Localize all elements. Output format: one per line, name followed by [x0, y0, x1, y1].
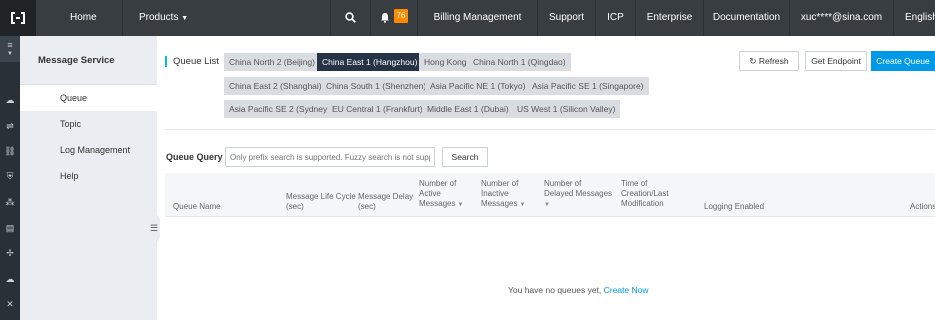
column-inactive-line3: Messages: [481, 199, 518, 208]
column-logging-enabled: Logging Enabled: [704, 202, 765, 211]
rail-transfer-icon[interactable]: ⇌: [0, 116, 20, 136]
queue-query-input[interactable]: [225, 147, 435, 167]
empty-state-message: You have no queues yet, Create Now: [508, 285, 649, 295]
search-icon: [345, 12, 356, 23]
column-active-messages[interactable]: Number of Active Messages ▼: [419, 179, 463, 210]
products-menu[interactable]: Products ▼: [122, 0, 282, 36]
region-tab-dubai[interactable]: Middle East 1 (Dubai): [422, 100, 514, 118]
rail-cloud-icon[interactable]: ☁: [0, 90, 20, 110]
column-delayed-line1: Number of: [544, 179, 582, 188]
column-delay-line1: Message Delay: [358, 192, 414, 201]
column-inactive-line2: Inactive: [481, 189, 509, 198]
column-delay-line2: (sec): [358, 202, 376, 211]
bell-icon: [380, 12, 389, 23]
region-tab-china-north-2[interactable]: China North 2 (Beijing): [224, 53, 320, 71]
region-tab-china-east-1[interactable]: China East 1 (Hangzhou): [317, 53, 423, 71]
column-actions: Actions: [910, 202, 935, 211]
divider: [165, 129, 935, 130]
sidebar-item-queue[interactable]: Queue: [20, 85, 157, 111]
caret-down-icon: ▼: [7, 50, 13, 57]
language-switcher[interactable]: English: [893, 0, 935, 36]
column-queue-name: Queue Name: [173, 202, 221, 211]
column-inactive-line1: Number of: [481, 179, 519, 188]
refresh-icon: ↻: [749, 56, 757, 66]
product-icon-rail: ≡ ▼ ☁ ⇌ ⛓ ⛨ ⁂ ▤ ✢ ☁ ✕: [0, 36, 20, 320]
region-tab-china-north-1[interactable]: China North 1 (Qingdao): [468, 53, 571, 71]
rail-cross-icon[interactable]: ✕: [0, 294, 20, 314]
hamburger-icon: ≡: [7, 39, 13, 50]
caret-down-icon: ▼: [181, 15, 189, 22]
brackets-logo-icon: [11, 12, 25, 24]
column-modification-time: Time of Creation/Last Modification: [621, 179, 669, 209]
column-active-line1: Number of: [419, 179, 457, 188]
region-tab-silicon-valley[interactable]: US West 1 (Silicon Valley): [512, 100, 621, 118]
column-active-line3: Messages: [419, 199, 456, 208]
region-tab-singapore[interactable]: Asia Pacific SE 1 (Singapore): [527, 77, 649, 95]
region-tab-hong-kong[interactable]: Hong Kong: [419, 53, 472, 71]
refresh-label: Refresh: [758, 56, 789, 66]
column-life-cycle-line1: Message Life Cycle: [286, 192, 356, 201]
notifications-button[interactable]: 76: [370, 0, 417, 36]
rail-shield-icon[interactable]: ⛨: [0, 166, 20, 186]
sidebar-item-topic[interactable]: Topic: [20, 111, 157, 137]
column-active-line2: Active: [419, 189, 441, 198]
column-time-line2: Creation/Last: [621, 189, 669, 198]
home-link[interactable]: Home: [70, 0, 97, 36]
sort-caret-icon: ▼: [519, 202, 526, 208]
sort-caret-icon: ▼: [544, 202, 550, 208]
region-tab-frankfurt[interactable]: EU Central 1 (Frankfurt): [327, 100, 428, 118]
console-logo[interactable]: [0, 0, 36, 36]
region-tab-china-east-2[interactable]: China East 2 (Shanghai): [224, 77, 327, 95]
menu-toggle-button[interactable]: ≡ ▼: [0, 36, 20, 62]
region-tab-china-south-1[interactable]: China South 1 (Shenzhen): [321, 77, 432, 95]
empty-state-text: You have no queues yet,: [508, 285, 602, 295]
column-time-line3: Modification: [621, 199, 664, 208]
column-life-cycle: Message Life Cycle (sec): [286, 192, 356, 212]
rail-link-icon[interactable]: ⛓: [0, 141, 20, 161]
user-account-menu[interactable]: xuc****@sina.com: [789, 0, 893, 36]
queue-query-label: Queue Query :: [166, 152, 229, 162]
products-label: Products: [139, 12, 179, 23]
icp-link[interactable]: ICP: [595, 0, 635, 36]
support-link[interactable]: Support: [537, 0, 595, 36]
main-content: Queue List China North 2 (Beijing) China…: [157, 36, 935, 320]
service-sidebar: Message Service Queue Topic Log Manageme…: [20, 36, 157, 320]
column-time-line1: Time of: [621, 179, 648, 188]
region-tab-tokyo[interactable]: Asia Pacific NE 1 (Tokyo): [425, 77, 531, 95]
column-message-delay: Message Delay (sec): [358, 192, 413, 212]
region-tab-sydney[interactable]: Asia Pacific SE 2 (Sydney): [224, 100, 336, 118]
sidebar-title: Message Service: [20, 36, 157, 85]
column-life-cycle-line2: (sec): [286, 202, 304, 211]
rail-network-icon[interactable]: ⁂: [0, 192, 20, 212]
rail-cloud-upload-icon[interactable]: ☁: [0, 269, 20, 289]
column-delayed-messages[interactable]: Number of Delayed Messages ▼: [544, 179, 612, 210]
notification-count-badge: 76: [393, 9, 409, 24]
billing-management-link[interactable]: Billing Management: [417, 0, 537, 36]
sidebar-item-help[interactable]: Help: [20, 163, 157, 189]
get-endpoint-button[interactable]: Get Endpoint: [805, 51, 867, 71]
rail-nodes-icon[interactable]: ✢: [0, 243, 20, 263]
queue-list-label: Queue List: [165, 56, 219, 67]
column-inactive-messages[interactable]: Number of Inactive Messages ▼: [481, 179, 525, 210]
top-navigation-bar: Home Products ▼ 76 Billing Management Su…: [0, 0, 935, 36]
queue-table-header: Queue Name Message Life Cycle (sec) Mess…: [165, 173, 935, 217]
sort-caret-icon: ▼: [457, 202, 464, 208]
sidebar-item-log-management[interactable]: Log Management: [20, 137, 157, 163]
enterprise-link[interactable]: Enterprise: [635, 0, 703, 36]
documentation-link[interactable]: Documentation: [703, 0, 789, 36]
search-button[interactable]: [330, 0, 370, 36]
column-delayed-line2: Delayed Messages: [544, 189, 613, 198]
refresh-button[interactable]: ↻ Refresh: [739, 51, 799, 71]
create-queue-button[interactable]: Create Queue: [871, 51, 935, 71]
rail-database-icon[interactable]: ▤: [0, 218, 20, 238]
create-now-link[interactable]: Create Now: [604, 285, 649, 295]
search-button[interactable]: Search: [442, 147, 488, 167]
